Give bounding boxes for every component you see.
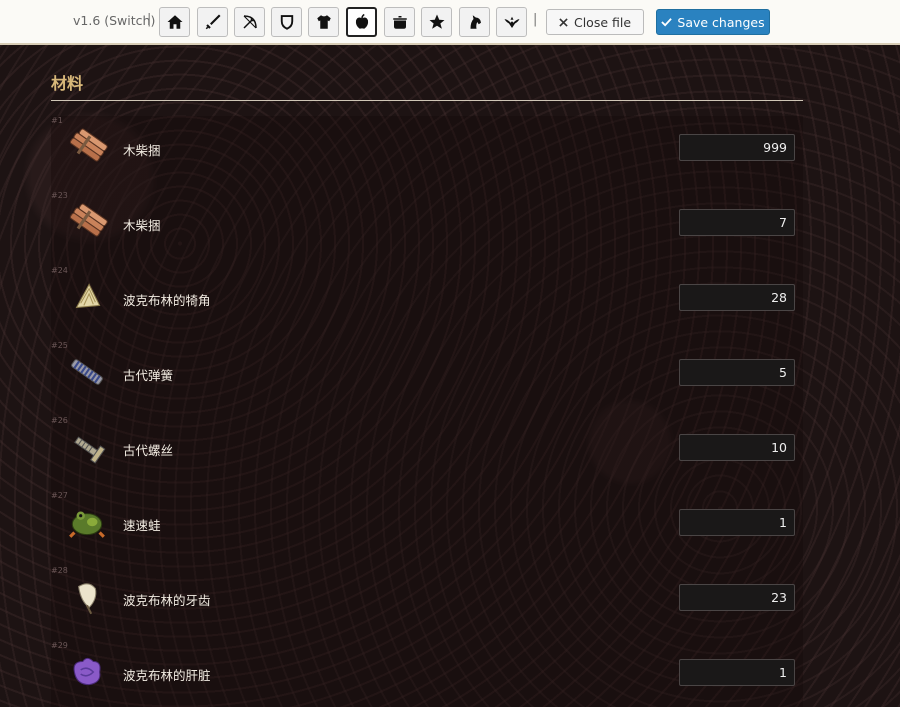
food-button[interactable] bbox=[384, 7, 415, 37]
item-name: 木柴捆 bbox=[123, 143, 161, 158]
checkmark-icon bbox=[661, 18, 673, 27]
item-name: 古代螺丝 bbox=[123, 443, 174, 458]
bow-icon bbox=[242, 15, 257, 29]
item-number: #28 bbox=[51, 566, 68, 575]
horse-icon bbox=[470, 15, 481, 29]
section-divider bbox=[51, 100, 803, 101]
item-name: 木柴捆 bbox=[123, 218, 161, 233]
item-name: 波克布林的犄角 bbox=[123, 293, 211, 308]
item-name: 古代弹簧 bbox=[123, 368, 174, 383]
item-name: 速速蛙 bbox=[123, 518, 161, 533]
wood-bundle-icon bbox=[65, 200, 109, 244]
bokoblin-horn-icon bbox=[65, 275, 109, 319]
item-name: 波克布林的肝脏 bbox=[123, 668, 211, 683]
item-number: #29 bbox=[51, 641, 68, 650]
hylian-crest-icon bbox=[504, 16, 519, 28]
save-changes-button[interactable]: Save changes bbox=[656, 9, 770, 35]
star-icon bbox=[429, 14, 444, 29]
shield-icon bbox=[280, 15, 293, 30]
item-row: #28 波克布林的牙齿 bbox=[51, 566, 803, 641]
item-number: #24 bbox=[51, 266, 68, 275]
apple-icon bbox=[355, 13, 368, 29]
armor-button[interactable] bbox=[308, 7, 339, 37]
item-row: #25 古代弹簧 bbox=[51, 341, 803, 416]
main-content: 材料 #1 木柴捆 #23 木柴捆 #24 波克布林的犄角 #25 古代弹簧 bbox=[0, 45, 900, 707]
close-file-button[interactable]: Close file bbox=[546, 9, 644, 35]
bokoblin-guts-icon bbox=[65, 650, 109, 694]
master-button[interactable] bbox=[496, 7, 527, 37]
item-row: #1 木柴捆 bbox=[51, 116, 803, 191]
bokoblin-fang-icon bbox=[65, 575, 109, 619]
item-number: #25 bbox=[51, 341, 68, 350]
quantity-input[interactable] bbox=[679, 509, 795, 536]
quantity-input[interactable] bbox=[679, 359, 795, 386]
quantity-input[interactable] bbox=[679, 209, 795, 236]
item-row: #29 波克布林的肝脏 bbox=[51, 641, 803, 707]
section-title: 材料 bbox=[51, 74, 84, 93]
item-row: #24 波克布林的犄角 bbox=[51, 266, 803, 341]
top-toolbar: v1.6 (Switch) | | Close file Save change… bbox=[0, 0, 900, 45]
item-row: #26 古代螺丝 bbox=[51, 416, 803, 491]
quantity-input[interactable] bbox=[679, 284, 795, 311]
toolbar-separator: | bbox=[533, 12, 538, 27]
hot-footed-frog-icon bbox=[65, 500, 109, 544]
item-row: #23 木柴捆 bbox=[51, 191, 803, 266]
item-name: 波克布林的牙齿 bbox=[123, 593, 211, 608]
key-items-button[interactable] bbox=[421, 7, 452, 37]
toolbar-separator: | bbox=[147, 12, 152, 27]
ancient-screw-icon bbox=[65, 425, 109, 469]
item-number: #1 bbox=[51, 116, 63, 125]
close-icon bbox=[559, 17, 568, 27]
item-number: #23 bbox=[51, 191, 68, 200]
quantity-input[interactable] bbox=[679, 434, 795, 461]
shields-button[interactable] bbox=[271, 7, 302, 37]
materials-button[interactable] bbox=[346, 7, 377, 37]
quantity-input[interactable] bbox=[679, 584, 795, 611]
sword-icon bbox=[205, 14, 220, 30]
cooking-pot-icon bbox=[392, 16, 407, 29]
wood-bundle-icon bbox=[65, 125, 109, 169]
home-button[interactable] bbox=[159, 7, 190, 37]
bows-button[interactable] bbox=[234, 7, 265, 37]
quantity-input[interactable] bbox=[679, 659, 795, 686]
armor-icon bbox=[316, 15, 331, 29]
item-row: #27 速速蛙 bbox=[51, 491, 803, 566]
horses-button[interactable] bbox=[459, 7, 490, 37]
item-number: #27 bbox=[51, 491, 68, 500]
version-label: v1.6 (Switch) bbox=[73, 13, 156, 28]
ancient-spring-icon bbox=[65, 350, 109, 394]
item-number: #26 bbox=[51, 416, 68, 425]
quantity-input[interactable] bbox=[679, 134, 795, 161]
weapons-button[interactable] bbox=[197, 7, 228, 37]
home-icon bbox=[167, 15, 182, 29]
save-changes-label: Save changes bbox=[677, 14, 765, 30]
close-file-label: Close file bbox=[573, 14, 632, 30]
